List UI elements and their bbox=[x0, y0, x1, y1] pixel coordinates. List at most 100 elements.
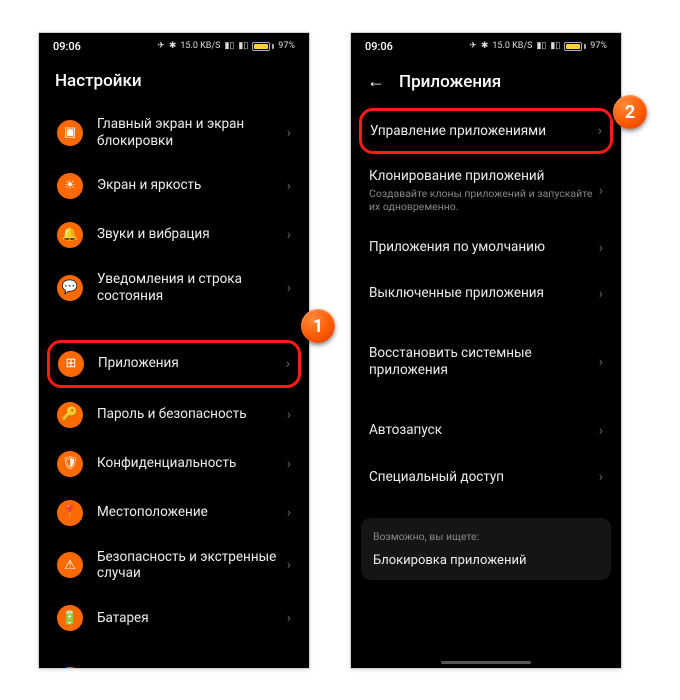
chevron-right-icon: › bbox=[599, 183, 603, 199]
signal-icon: ▮▯ bbox=[550, 41, 560, 51]
status-right: ✈ ✱ 15.0 KB/S ▮▯ ▮▯ 97% bbox=[157, 41, 295, 51]
apps-icon: ⊞ bbox=[58, 351, 84, 377]
net-speed: 15.0 KB/S bbox=[492, 41, 532, 51]
apps-row[interactable]: Клонирование приложений Создавайте клоны … bbox=[361, 156, 611, 224]
battery-pct: 97% bbox=[590, 41, 607, 51]
key-icon: 🔑 bbox=[57, 402, 83, 428]
settings-row[interactable]: 🛡 Конфиденциальность › bbox=[49, 439, 299, 488]
phone-screen-2: 09:06 ✈ ✱ 15.0 KB/S ▮▯ ▮▯ 97% ← Приложен… bbox=[351, 33, 621, 668]
settings-row-label: Звуки и вибрация bbox=[97, 226, 281, 243]
settings-row-label: Батарея bbox=[97, 610, 281, 627]
battery-icon: 🔋 bbox=[57, 605, 83, 631]
image-icon: ▣ bbox=[57, 120, 83, 146]
settings-row-label: Конфиденциальность bbox=[97, 455, 281, 472]
shield-icon: 🛡 bbox=[57, 451, 83, 477]
chevron-right-icon: › bbox=[599, 240, 603, 256]
apps-title: Приложения bbox=[399, 72, 501, 92]
search-hint-item[interactable]: Блокировка приложений bbox=[373, 553, 599, 568]
sun-icon: ☀ bbox=[57, 173, 83, 199]
chevron-right-icon: › bbox=[598, 123, 602, 139]
apps-row[interactable]: Автозапуск › bbox=[361, 408, 611, 454]
settings-row[interactable]: 🔑 Пароль и безопасность › bbox=[49, 390, 299, 439]
settings-row[interactable]: 💬 Уведомления и строка состояния › bbox=[49, 259, 299, 316]
bluetooth-icon: ✱ bbox=[481, 41, 489, 51]
chat-icon: 💬 bbox=[57, 275, 83, 301]
airplane-icon: ✈ bbox=[469, 41, 477, 51]
battery-icon bbox=[252, 42, 274, 51]
settings-row[interactable]: ★Специальные функции› bbox=[49, 656, 299, 668]
net-speed: 15.0 KB/S bbox=[180, 41, 220, 51]
apps-group: Восстановить системные приложения › bbox=[361, 334, 611, 390]
settings-row-label: Экран и яркость bbox=[97, 177, 281, 194]
star-icon: ★ bbox=[57, 667, 83, 668]
battery-pct: 97% bbox=[278, 41, 295, 51]
settings-row[interactable]: ⊞ Приложения › bbox=[47, 340, 301, 388]
chevron-right-icon: › bbox=[599, 469, 603, 485]
apps-row[interactable]: Приложения по умолчанию › bbox=[361, 224, 611, 270]
chevron-right-icon: › bbox=[287, 178, 291, 194]
apps-row-label: Клонирование приложений bbox=[369, 168, 593, 185]
apps-row-label: Автозапуск bbox=[369, 422, 593, 439]
apps-row[interactable]: Управление приложениями › bbox=[359, 108, 613, 154]
settings-row-label: Безопасность и экстренные случаи bbox=[97, 549, 281, 583]
step-badge-1: 1 bbox=[301, 309, 335, 343]
warn-icon: ⚠ bbox=[57, 552, 83, 578]
settings-row[interactable]: ⚠ Безопасность и экстренные случаи › bbox=[49, 537, 299, 594]
status-time: 09:06 bbox=[365, 40, 393, 53]
back-icon[interactable]: ← bbox=[367, 71, 385, 92]
settings-row[interactable]: 📍 Местоположение › bbox=[49, 488, 299, 537]
settings-row[interactable]: 🔋 Батарея › bbox=[49, 593, 299, 642]
location-icon: 📍 bbox=[57, 500, 83, 526]
apps-row-label: Восстановить системные приложения bbox=[369, 345, 593, 379]
home-indicator[interactable] bbox=[441, 661, 531, 664]
signal-icon: ▮▯ bbox=[238, 41, 248, 51]
settings-row-label: Местоположение bbox=[97, 504, 281, 521]
chevron-right-icon: › bbox=[287, 505, 291, 521]
chevron-right-icon: › bbox=[287, 610, 291, 626]
phone-screen-1: 09:06 ✈ ✱ 15.0 KB/S ▮▯ ▮▯ 97% Настройки … bbox=[39, 33, 309, 668]
status-bar: 09:06 ✈ ✱ 15.0 KB/S ▮▯ ▮▯ 97% bbox=[39, 33, 309, 59]
settings-list: ▣ Главный экран и экран блокировки › ☀ Экран… bbox=[49, 105, 299, 668]
bluetooth-icon: ✱ bbox=[169, 41, 177, 51]
bell-icon: 🔔 bbox=[57, 222, 83, 248]
chevron-right-icon: › bbox=[287, 557, 291, 573]
settings-title: Настройки bbox=[55, 71, 142, 91]
status-time: 09:06 bbox=[53, 40, 81, 53]
apps-row[interactable]: Специальный доступ › bbox=[361, 454, 611, 500]
settings-row-label: Главный экран и экран блокировки bbox=[97, 116, 281, 150]
settings-row[interactable]: 🔔Звуки и вибрация› bbox=[49, 210, 299, 259]
search-hint-card: Возможно, вы ищете: Блокировка приложени… bbox=[361, 518, 611, 580]
battery-icon bbox=[564, 42, 586, 51]
apps-row-label: Управление приложениями bbox=[370, 123, 592, 140]
settings-row-label: Пароль и безопасность bbox=[97, 406, 281, 423]
apps-row-sublabel: Создавайте клоны приложений и запускайте… bbox=[369, 187, 593, 213]
step-badge-2: 2 bbox=[613, 95, 647, 129]
apps-row-label: Выключенные приложения bbox=[369, 285, 593, 302]
page-title: Настройки bbox=[39, 59, 309, 105]
apps-group: Автозапуск › Специальный доступ › bbox=[361, 408, 611, 500]
apps-groups: Управление приложениями›Клонирование при… bbox=[351, 108, 621, 500]
search-hint-title: Возможно, вы ищете: bbox=[373, 530, 599, 543]
chevron-right-icon: › bbox=[286, 356, 290, 372]
settings-row-label: Уведомления и строка состояния bbox=[97, 271, 281, 305]
status-bar: 09:06 ✈ ✱ 15.0 KB/S ▮▯ ▮▯ 97% bbox=[351, 33, 621, 59]
settings-row[interactable]: ☀ Экран и яркость › bbox=[49, 161, 299, 210]
airplane-icon: ✈ bbox=[157, 41, 165, 51]
apps-row-label: Приложения по умолчанию bbox=[369, 239, 593, 256]
chevron-right-icon: › bbox=[287, 407, 291, 423]
apps-group: Управление приложениями›Клонирование при… bbox=[361, 108, 611, 316]
chevron-right-icon: › bbox=[599, 286, 603, 302]
signal-icon: ▮▯ bbox=[536, 41, 546, 51]
screenshot-2: 09:06 ✈ ✱ 15.0 KB/S ▮▯ ▮▯ 97% ← Приложен… bbox=[350, 32, 622, 669]
settings-row-label: Приложения bbox=[98, 355, 280, 372]
chevron-right-icon: › bbox=[287, 125, 291, 141]
chevron-right-icon: › bbox=[599, 354, 603, 370]
apps-row[interactable]: Восстановить системные приложения › bbox=[361, 334, 611, 390]
chevron-right-icon: › bbox=[287, 456, 291, 472]
apps-row-label: Специальный доступ bbox=[369, 469, 593, 486]
settings-row[interactable]: ▣ Главный экран и экран блокировки › bbox=[49, 105, 299, 161]
chevron-right-icon: › bbox=[287, 280, 291, 296]
status-right: ✈ ✱ 15.0 KB/S ▮▯ ▮▯ 97% bbox=[469, 41, 607, 51]
chevron-right-icon: › bbox=[599, 423, 603, 439]
apps-row[interactable]: Выключенные приложения › bbox=[361, 270, 611, 316]
